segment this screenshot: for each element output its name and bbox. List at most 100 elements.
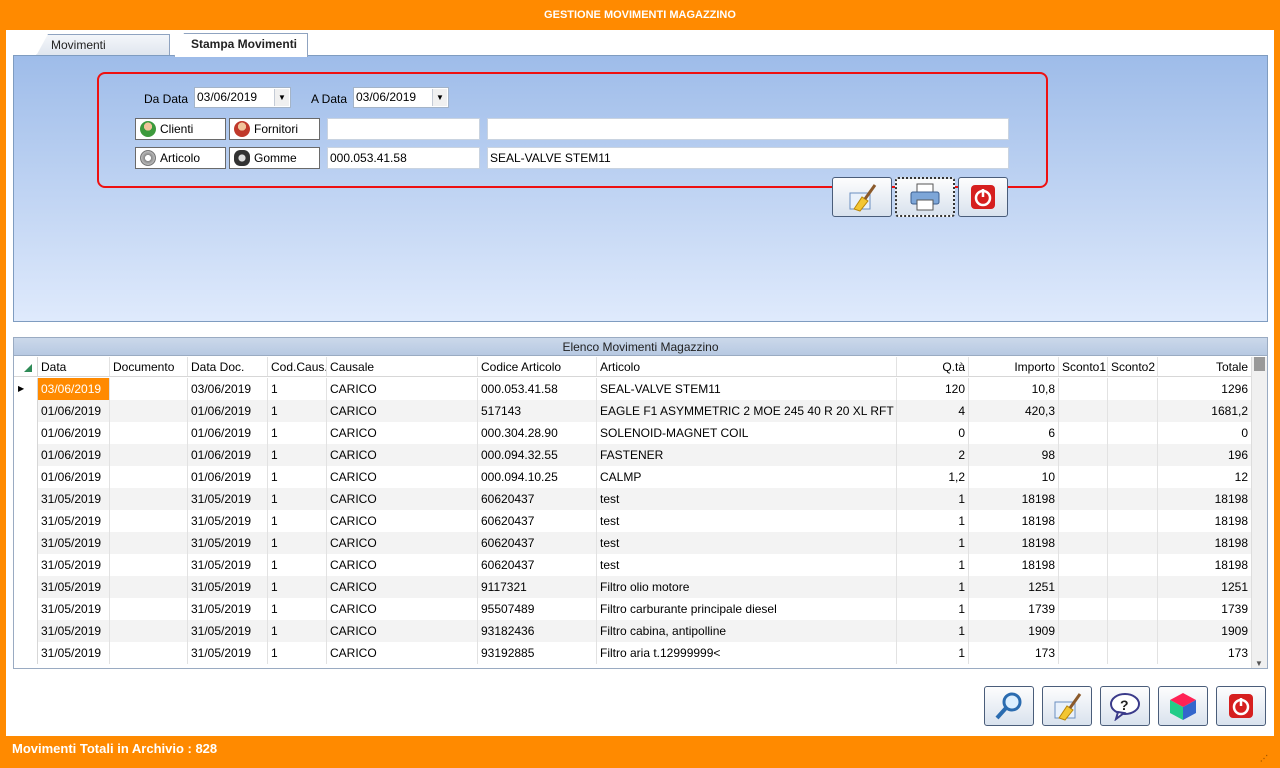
table-row[interactable]: 31/05/2019 31/05/2019 1 CARICO 95507489 Filtr…: [14, 598, 1252, 620]
print-button[interactable]: [895, 177, 955, 217]
column-header-articolo[interactable]: Articolo: [597, 357, 897, 376]
cell-documento: [110, 488, 188, 510]
cell-codice-articolo: 000.094.32.55: [478, 444, 597, 466]
column-header-codice-articolo[interactable]: Codice Articolo: [478, 357, 597, 376]
article-code-field[interactable]: 000.053.41.58: [327, 147, 480, 169]
party-name-field[interactable]: [487, 118, 1009, 140]
clienti-button[interactable]: Clienti: [135, 118, 226, 140]
table-row[interactable]: 31/05/2019 31/05/2019 1 CARICO 60620437 test 1…: [14, 510, 1252, 532]
table-row[interactable]: 31/05/2019 31/05/2019 1 CARICO 93182436 Filtr…: [14, 620, 1252, 642]
cell-sconto2: [1108, 378, 1158, 400]
help-button[interactable]: ?: [1100, 686, 1150, 726]
table-row[interactable]: 31/05/2019 31/05/2019 1 CARICO 93192885 Filtr…: [14, 642, 1252, 664]
row-header[interactable]: [14, 620, 38, 642]
exit-button[interactable]: [1216, 686, 1266, 726]
row-header[interactable]: [14, 400, 38, 422]
cell-causale: CARICO: [327, 510, 478, 532]
cell-cod-caus: 1: [268, 576, 327, 598]
row-pointer-icon[interactable]: ▶: [14, 378, 38, 400]
scrollbar-thumb[interactable]: [1254, 357, 1265, 371]
cell-qta: 1: [897, 642, 969, 664]
cell-qta: 1: [897, 532, 969, 554]
cell-importo: 10: [969, 466, 1059, 488]
table-row[interactable]: 01/06/2019 01/06/2019 1 CARICO 000.094.32.55…: [14, 444, 1252, 466]
export-button[interactable]: [1158, 686, 1208, 726]
cell-totale: 18198: [1158, 510, 1252, 532]
cell-causale: CARICO: [327, 620, 478, 642]
sort-indicator-icon: [14, 357, 38, 376]
cell-cod-caus: 1: [268, 642, 327, 664]
row-header[interactable]: [14, 488, 38, 510]
scroll-down-icon[interactable]: ▼: [1255, 659, 1263, 668]
row-header[interactable]: [14, 554, 38, 576]
column-header-causale[interactable]: Causale: [327, 357, 478, 376]
article-name-field[interactable]: SEAL-VALVE STEM11: [487, 147, 1009, 169]
row-header[interactable]: [14, 576, 38, 598]
cell-qta: 1,2: [897, 466, 969, 488]
cell-causale: CARICO: [327, 466, 478, 488]
clienti-label: Clienti: [160, 122, 194, 136]
cell-data-doc: 31/05/2019: [188, 620, 268, 642]
column-header-totale[interactable]: Totale: [1158, 357, 1252, 376]
table-row[interactable]: ▶ 03/06/2019 03/06/2019 1 CARICO 000.053.41.5…: [14, 378, 1252, 400]
cell-documento: [110, 400, 188, 422]
row-header[interactable]: [14, 598, 38, 620]
column-header-data[interactable]: Data: [38, 357, 110, 376]
status-bar: Movimenti Totali in Archivio : 828 ⋰: [6, 738, 1274, 763]
clear-button[interactable]: [1042, 686, 1092, 726]
cell-data-doc: 01/06/2019: [188, 400, 268, 422]
table-row[interactable]: 01/06/2019 01/06/2019 1 CARICO 000.094.10.25…: [14, 466, 1252, 488]
grid-scrollbar[interactable]: ▼: [1251, 357, 1267, 668]
table-row[interactable]: 31/05/2019 31/05/2019 1 CARICO 60620437 test 1…: [14, 488, 1252, 510]
column-header-data-doc[interactable]: Data Doc.: [188, 357, 268, 376]
cell-articolo: test: [597, 532, 897, 554]
row-header[interactable]: [14, 422, 38, 444]
clear-filter-button[interactable]: [832, 177, 892, 217]
column-header-documento[interactable]: Documento: [110, 357, 188, 376]
cell-articolo: Filtro cabina, antipolline: [597, 620, 897, 642]
printer-icon: [910, 183, 940, 211]
cell-data: 31/05/2019: [38, 532, 110, 554]
chevron-down-icon[interactable]: ▼: [432, 89, 447, 106]
tab-stampa-movimenti[interactable]: Stampa Movimenti: [174, 33, 308, 57]
column-header-sconto2[interactable]: Sconto2: [1108, 357, 1158, 376]
row-header[interactable]: [14, 466, 38, 488]
column-header-qta[interactable]: Q.tà: [897, 357, 969, 376]
party-code-field[interactable]: [327, 118, 480, 140]
gomme-button[interactable]: Gomme: [229, 147, 320, 169]
cell-codice-articolo: 000.304.28.90: [478, 422, 597, 444]
resize-grip-icon[interactable]: ⋰: [1260, 748, 1270, 763]
cell-causale: CARICO: [327, 444, 478, 466]
search-button[interactable]: [984, 686, 1034, 726]
row-header[interactable]: [14, 532, 38, 554]
close-panel-button[interactable]: [958, 177, 1008, 217]
cell-cod-caus: 1: [268, 532, 327, 554]
cell-totale: 1251: [1158, 576, 1252, 598]
fornitori-button[interactable]: Fornitori: [229, 118, 320, 140]
row-header[interactable]: [14, 642, 38, 664]
cell-importo: 1909: [969, 620, 1059, 642]
column-header-sconto1[interactable]: Sconto1: [1059, 357, 1108, 376]
a-data-picker[interactable]: 03/06/2019 ▼: [353, 87, 449, 108]
cell-qta: 1: [897, 510, 969, 532]
articolo-button[interactable]: Articolo: [135, 147, 226, 169]
row-header[interactable]: [14, 444, 38, 466]
tab-movimenti-magazzino[interactable]: Movimenti Magazzino: [36, 34, 170, 56]
cell-data-doc: 31/05/2019: [188, 554, 268, 576]
cell-qta: 0: [897, 422, 969, 444]
column-header-importo[interactable]: Importo: [969, 357, 1059, 376]
cell-totale: 1739: [1158, 598, 1252, 620]
row-header[interactable]: [14, 510, 38, 532]
table-row[interactable]: 31/05/2019 31/05/2019 1 CARICO 9117321 Filtro…: [14, 576, 1252, 598]
table-row[interactable]: 31/05/2019 31/05/2019 1 CARICO 60620437 test 1…: [14, 532, 1252, 554]
chevron-down-icon[interactable]: ▼: [274, 89, 289, 106]
cell-articolo: FASTENER: [597, 444, 897, 466]
column-header-cod-caus[interactable]: Cod.Caus.: [268, 357, 327, 376]
cell-documento: [110, 422, 188, 444]
da-data-picker[interactable]: 03/06/2019 ▼: [194, 87, 291, 108]
table-row[interactable]: 01/06/2019 01/06/2019 1 CARICO 000.304.28.90…: [14, 422, 1252, 444]
cell-sconto1: [1059, 620, 1108, 642]
cell-articolo: CALMP: [597, 466, 897, 488]
table-row[interactable]: 31/05/2019 31/05/2019 1 CARICO 60620437 test 1…: [14, 554, 1252, 576]
table-row[interactable]: 01/06/2019 01/06/2019 1 CARICO 517143 EAGLE F…: [14, 400, 1252, 422]
